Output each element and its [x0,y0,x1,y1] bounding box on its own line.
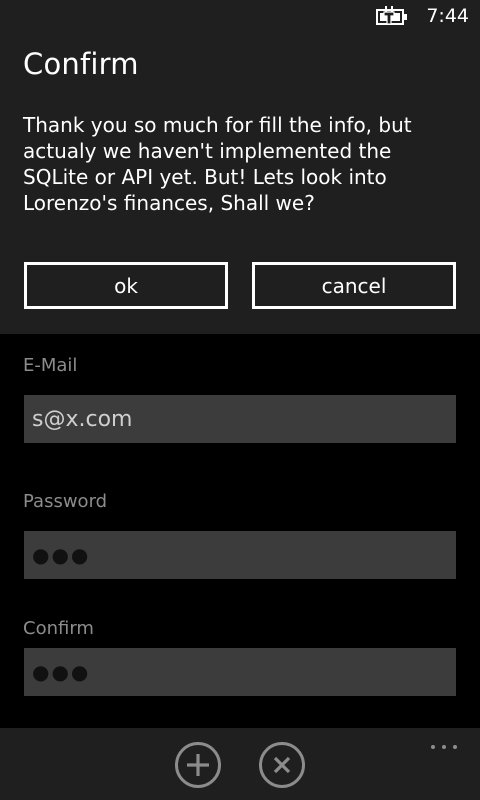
more-icon [431,745,457,749]
password-field[interactable]: ●●● [24,531,456,579]
email-label: E-Mail [23,355,78,376]
close-button[interactable] [258,741,306,789]
confirm-label: Confirm [23,618,94,639]
status-clock: 7:44 [426,5,469,27]
add-icon [175,742,221,788]
add-button[interactable] [174,741,222,789]
password-label: Password [23,491,108,512]
email-field[interactable]: s@x.com [24,395,456,443]
more-button[interactable] [430,734,458,750]
confirm-dialog: Confirm Thank you so much for fill the i… [0,32,480,334]
ok-button[interactable]: ok [24,262,228,309]
app-bar [0,728,480,800]
dialog-title: Confirm [23,47,139,81]
dialog-message: Thank you so much for fill the info, but… [23,113,412,215]
status-bar: 7:44 [0,0,480,32]
close-icon [259,742,305,788]
confirm-password-field[interactable]: ●●● [24,648,456,696]
battery-charging-icon [376,6,407,25]
cancel-button[interactable]: cancel [252,262,456,309]
